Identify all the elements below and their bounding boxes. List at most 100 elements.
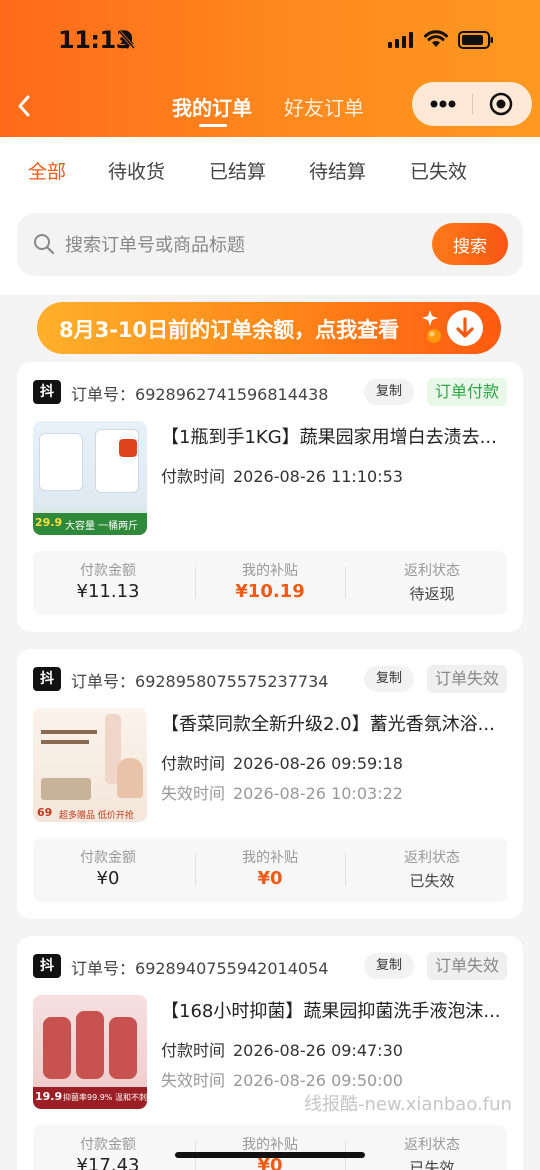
douyin-platform-icon: 抖: [33, 667, 61, 691]
pay-time-row: 付款时间 2026-08-26 09:59:18: [161, 750, 403, 774]
stat-subsidy: 我的补贴 ¥0: [195, 838, 345, 902]
product-thumbnail[interactable]: 29.9 大容量 一桶两斤: [33, 421, 147, 535]
thumb-price: 29.9: [35, 516, 63, 529]
stat-rebate-status: 返利状态 已失效: [357, 838, 507, 902]
fail-time-row: 失效时间 2026-08-26 09:50:00: [161, 1067, 403, 1091]
rebate-status-value: 已失效: [409, 1159, 455, 1170]
fail-time-row: 失效时间 2026-08-26 10:03:22: [161, 780, 403, 804]
close-miniprogram-icon[interactable]: [489, 92, 513, 116]
product-title[interactable]: 【香菜同款全新升级2.0】蓄光香氛沐浴...: [161, 710, 511, 736]
banner-text: 8月3-10日前的订单余额，点我查看: [59, 318, 400, 342]
fail-time-label: 失效时间: [161, 1071, 226, 1090]
filter-tab-all[interactable]: 全部: [28, 157, 66, 184]
pay-time-row: 付款时间 2026-08-26 09:47:30: [161, 1037, 403, 1061]
tab-my-orders[interactable]: 我的订单: [172, 92, 252, 121]
stat-pay-amount: 付款金额 ¥17.43: [33, 1125, 183, 1170]
stat-subsidy: 我的补贴 ¥0: [195, 1125, 345, 1170]
stat-rebate-status: 返利状态 已失效: [357, 1125, 507, 1170]
banner-arrow-button[interactable]: [447, 310, 483, 346]
search-icon: [34, 234, 55, 255]
home-indicator: [175, 1152, 365, 1158]
order-number: 订单号：6928958075575237734: [71, 668, 328, 692]
subsidy-value: ¥10.19: [235, 581, 305, 602]
order-number: 订单号：6928962741596814438: [71, 381, 328, 405]
search-bar: 搜索: [17, 213, 523, 276]
status-badge: 订单失效: [427, 952, 507, 980]
stat-pay-amount: 付款金额 ¥0: [33, 838, 183, 902]
pay-time-label: 付款时间: [161, 1041, 226, 1060]
search-button[interactable]: 搜索: [432, 223, 508, 265]
subsidy-value: ¥0: [257, 868, 283, 889]
order-card: 抖 订单号：6928962741596814438 复制 订单付款 29.9 大…: [17, 362, 523, 632]
fail-time-value: 2026-08-26 09:50:00: [233, 1071, 403, 1090]
rebate-status-label: 返利状态: [404, 1137, 460, 1153]
arrow-down-icon: [456, 317, 474, 338]
pay-amount-value: ¥11.13: [76, 581, 140, 602]
battery-icon: [458, 31, 493, 49]
order-number-value: 6928962741596814438: [135, 385, 329, 404]
order-stats: 付款金额 ¥11.13 我的补贴 ¥10.19 返利状态 待返现: [33, 551, 507, 615]
filter-tab-pending-settlement[interactable]: 待结算: [309, 157, 366, 184]
pay-amount-label: 付款金额: [80, 1137, 136, 1153]
order-number-label: 订单号：: [71, 672, 136, 691]
copy-button[interactable]: 复制: [364, 379, 414, 405]
search-input[interactable]: [65, 231, 425, 259]
douyin-platform-icon: 抖: [33, 380, 61, 404]
order-card: 抖 订单号：6928958075575237734 复制 订单失效 69 超多赠…: [17, 649, 523, 919]
fail-time-value: 2026-08-26 10:03:22: [233, 784, 403, 803]
wifi-icon: [424, 30, 448, 47]
subsidy-label: 我的补贴: [242, 850, 298, 866]
watermark-text: 线报酷-new.xianbao.fun: [304, 1094, 512, 1115]
balance-banner[interactable]: 8月3-10日前的订单余额，点我查看: [37, 302, 501, 354]
pay-amount-label: 付款金额: [80, 563, 136, 579]
product-title[interactable]: 【1瓶到手1KG】蔬果园家用增白去渍去...: [161, 423, 511, 449]
order-number-value: 6928940755942014054: [135, 959, 329, 978]
thumb-price: 19.9: [35, 1090, 63, 1103]
order-stats: 付款金额 ¥0 我的补贴 ¥0 返利状态 已失效: [33, 838, 507, 902]
order-number-label: 订单号：: [71, 959, 136, 978]
pay-amount-value: ¥17.43: [76, 1155, 140, 1170]
signal-icon: [388, 32, 413, 48]
status-badge: 订单付款: [427, 378, 507, 406]
rebate-status-value: 已失效: [409, 872, 455, 890]
more-icon[interactable]: [430, 100, 456, 108]
header-bar: 11:13 我的订单 好友订单: [0, 0, 540, 137]
pay-time-value: 2026-08-26 09:47:30: [233, 1041, 403, 1060]
order-card: 抖 订单号：6928940755942014054 复制 订单失效 19.9 抑…: [17, 936, 523, 1170]
filter-tab-pending-receipt[interactable]: 待收货: [108, 157, 165, 184]
sparkle-icon: [422, 310, 441, 343]
thumb-caption: 抑菌率99.9% 温和不刺激: [63, 1093, 147, 1102]
filter-section: 全部 待收货 已结算 待结算 已失效 搜索: [0, 137, 540, 295]
thumb-caption: 大容量 一桶两斤: [65, 521, 139, 532]
mini-program-capsule: [412, 82, 532, 126]
order-stats: 付款金额 ¥17.43 我的补贴 ¥0 返利状态已失效: [33, 1125, 507, 1170]
mute-bell-icon: [118, 31, 136, 49]
subsidy-label: 我的补贴: [242, 1137, 298, 1153]
pay-time-label: 付款时间: [161, 467, 226, 486]
pay-time-label: 付款时间: [161, 754, 226, 773]
stat-pay-amount: 付款金额 ¥11.13: [33, 551, 183, 615]
douyin-platform-icon: 抖: [33, 954, 61, 978]
stat-subsidy: 我的补贴 ¥10.19: [195, 551, 345, 615]
thumb-caption: 超多赠品 低价开抢: [59, 811, 134, 821]
stat-rebate-status: 返利状态 待返现: [357, 551, 507, 615]
product-thumbnail[interactable]: 19.9 抑菌率99.9% 温和不刺激: [33, 995, 147, 1109]
order-number: 订单号：6928940755942014054: [71, 955, 328, 979]
thumb-price: 69: [37, 806, 53, 819]
pay-time-row: 付款时间 2026-08-26 11:10:53: [161, 463, 403, 487]
filter-tab-settled[interactable]: 已结算: [209, 157, 266, 184]
filter-tab-invalid[interactable]: 已失效: [410, 157, 467, 184]
capsule-divider: [472, 94, 473, 114]
tab-friend-orders[interactable]: 好友订单: [284, 92, 364, 121]
copy-button[interactable]: 复制: [364, 953, 414, 979]
active-tab-indicator: [199, 124, 227, 127]
stat-divider: [345, 567, 346, 599]
order-number-label: 订单号：: [71, 385, 136, 404]
rebate-status-value: 待返现: [409, 585, 455, 603]
fail-time-label: 失效时间: [161, 784, 226, 803]
back-arrow-icon[interactable]: [14, 92, 34, 120]
product-title[interactable]: 【168小时抑菌】蔬果园抑菌洗手液泡沫...: [161, 997, 511, 1023]
pay-time-value: 2026-08-26 09:59:18: [233, 754, 403, 773]
product-thumbnail[interactable]: 69 超多赠品 低价开抢: [33, 708, 147, 822]
copy-button[interactable]: 复制: [364, 666, 414, 692]
